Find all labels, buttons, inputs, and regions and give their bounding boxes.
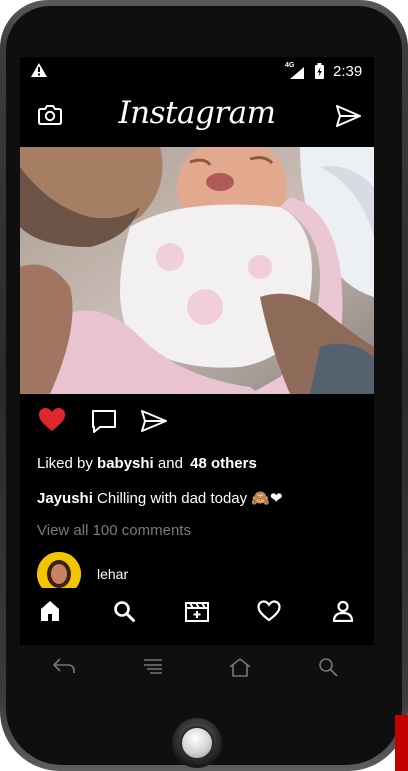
home-icon[interactable] [39, 600, 61, 622]
liked-by-user[interactable]: babyshi [97, 455, 154, 472]
system-soft-keys [20, 645, 374, 695]
heart-icon[interactable] [257, 600, 281, 622]
warning-icon [31, 63, 47, 77]
share-icon[interactable] [141, 410, 167, 432]
view-all-comments-link[interactable]: View all 100 comments [37, 522, 191, 539]
baby-photo [20, 147, 374, 394]
like-heart-icon[interactable] [38, 407, 66, 432]
back-icon[interactable] [52, 657, 76, 675]
reels-icon[interactable] [185, 600, 209, 622]
send-icon[interactable] [336, 105, 361, 127]
app-screen: 4G 2:39 Instagram Liked by babyshi and 4… [20, 57, 374, 645]
top-app-bar: Instagram [20, 87, 374, 147]
background-edge [395, 715, 408, 771]
profile-icon[interactable] [332, 600, 354, 622]
search-icon[interactable] [113, 600, 135, 622]
comment-preview: lehar [20, 550, 374, 596]
physical-home-button[interactable] [172, 718, 222, 768]
commenter-username[interactable]: lehar [97, 566, 128, 582]
liked-by-others[interactable]: 48 others [190, 455, 257, 472]
comment-icon[interactable] [91, 409, 117, 434]
caption-text: Chilling with dad today 🙈❤ [97, 490, 283, 507]
post-actions [20, 407, 374, 443]
bottom-navigation [20, 588, 374, 645]
status-time: 2:39 [333, 63, 363, 80]
home-key-icon[interactable] [228, 657, 252, 677]
signal-icon [290, 67, 304, 79]
likes-summary: Liked by babyshi and 48 others [37, 455, 257, 472]
post-image[interactable] [20, 147, 374, 394]
status-bar: 4G 2:39 [20, 57, 374, 87]
liked-by-and: and [157, 455, 183, 472]
caption-username[interactable]: Jayushi [37, 490, 93, 507]
menu-icon[interactable] [142, 657, 164, 675]
app-logo: Instagram [118, 95, 276, 131]
liked-by-prefix: Liked by [37, 455, 93, 472]
post-caption: Jayushi Chilling with dad today 🙈❤ [37, 489, 283, 507]
battery-icon [315, 63, 324, 79]
search-key-icon[interactable] [318, 657, 340, 677]
